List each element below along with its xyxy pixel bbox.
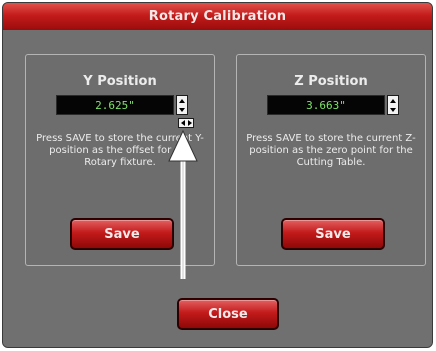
y-save-button[interactable]: Save xyxy=(70,218,174,250)
z-save-button[interactable]: Save xyxy=(281,218,385,250)
y-position-spinner[interactable] xyxy=(176,95,188,115)
y-position-nudge-control[interactable] xyxy=(178,118,194,128)
nudge-left-icon[interactable] xyxy=(180,120,185,126)
window-body: Y Position 2.625" Press SAVE to store th… xyxy=(3,30,432,347)
spin-up-icon[interactable] xyxy=(390,98,396,103)
y-position-panel: Y Position 2.625" Press SAVE to store th… xyxy=(25,54,215,266)
z-position-description: Press SAVE to store the current Z-positi… xyxy=(246,133,416,168)
window-title: Rotary Calibration xyxy=(3,3,432,31)
z-position-panel: Z Position 3.663" Press SAVE to store th… xyxy=(236,54,426,266)
spin-down-icon[interactable] xyxy=(390,107,396,112)
z-position-field[interactable]: 3.663" xyxy=(267,95,385,115)
y-position-description: Press SAVE to store the current Y-positi… xyxy=(36,133,204,168)
spin-up-icon[interactable] xyxy=(179,98,185,103)
spin-down-icon[interactable] xyxy=(179,107,185,112)
z-position-title: Z Position xyxy=(294,74,368,89)
rotary-calibration-window: Rotary Calibration Y Position 2.625" Pre… xyxy=(2,2,433,348)
y-position-title: Y Position xyxy=(83,74,157,89)
nudge-right-icon[interactable] xyxy=(187,120,192,126)
close-button[interactable]: Close xyxy=(177,298,279,330)
y-position-field[interactable]: 2.625" xyxy=(56,95,174,115)
z-position-spinner[interactable] xyxy=(387,95,399,115)
